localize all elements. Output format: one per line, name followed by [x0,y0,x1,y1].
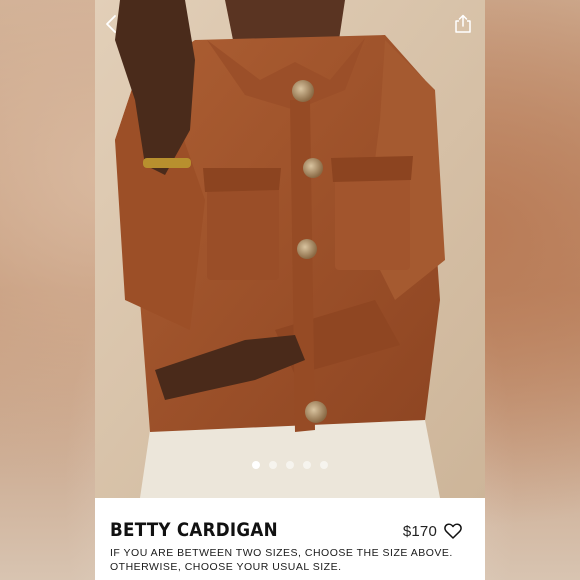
product-info: BETTY CARDIGAN $170 IF YOU ARE BETWEEN T… [95,498,485,580]
product-photo[interactable] [95,0,485,498]
gallery-dot[interactable] [286,461,294,469]
heart-outline-icon [444,523,462,539]
share-icon [455,14,471,33]
gallery-dot[interactable] [269,461,277,469]
gallery-dot[interactable] [252,461,260,469]
size-advice: IF YOU ARE BETWEEN TWO SIZES, CHOOSE THE… [110,547,453,573]
share-button[interactable] [449,10,477,38]
product-title: BETTY CARDIGAN [110,519,278,541]
chevron-left-icon [106,15,116,33]
back-button[interactable] [97,10,125,38]
favorite-button[interactable] [443,521,463,541]
gallery-dot[interactable] [303,461,311,469]
product-screen: BETTY CARDIGAN $170 IF YOU ARE BETWEEN T… [95,0,485,580]
gallery-dot[interactable] [320,461,328,469]
product-photo-illustration [95,0,485,498]
product-price: $170 [402,523,437,540]
gallery-pagination [95,461,485,469]
